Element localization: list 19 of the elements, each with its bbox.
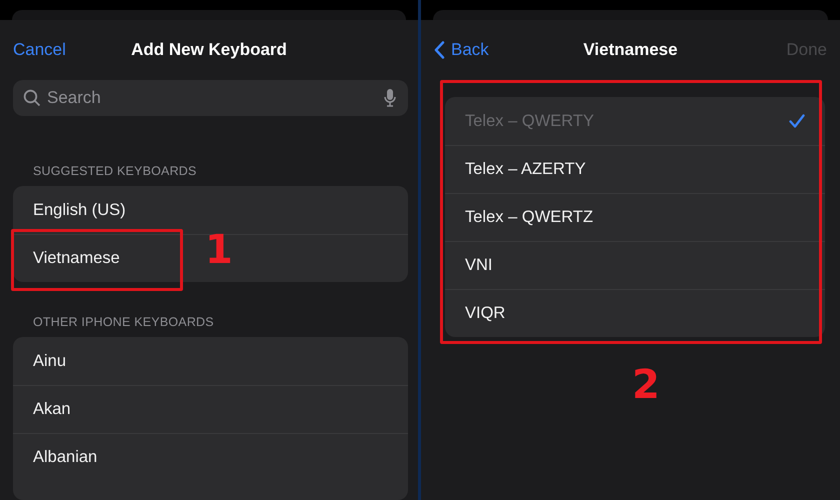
- search-field[interactable]: Search: [13, 80, 408, 116]
- cancel-button[interactable]: Cancel: [13, 40, 66, 60]
- layout-item[interactable]: VIQR: [445, 289, 825, 337]
- search-icon: [23, 89, 41, 107]
- section-header: SUGGESTED KEYBOARDS: [32, 164, 198, 180]
- layout-item[interactable]: Telex – AZERTY: [445, 145, 825, 193]
- screen-title: Add New Keyboard: [131, 40, 287, 60]
- layout-item[interactable]: Telex – QWERTZ: [445, 193, 825, 241]
- section-header: OTHER IPHONE KEYBOARDS: [32, 315, 215, 331]
- screen-title: Vietnamese: [583, 40, 678, 60]
- keyboard-item[interactable]: Albanian: [13, 433, 408, 481]
- keyboard-item[interactable]: Akan: [13, 385, 408, 433]
- microphone-icon[interactable]: [384, 88, 396, 108]
- back-button[interactable]: Back: [434, 40, 489, 60]
- layout-item[interactable]: VNI: [445, 241, 825, 289]
- chevron-left-icon: [434, 41, 445, 59]
- keyboard-item[interactable]: Ainu: [13, 337, 408, 385]
- checkmark-icon: [789, 114, 805, 128]
- step-number: 2: [632, 365, 660, 405]
